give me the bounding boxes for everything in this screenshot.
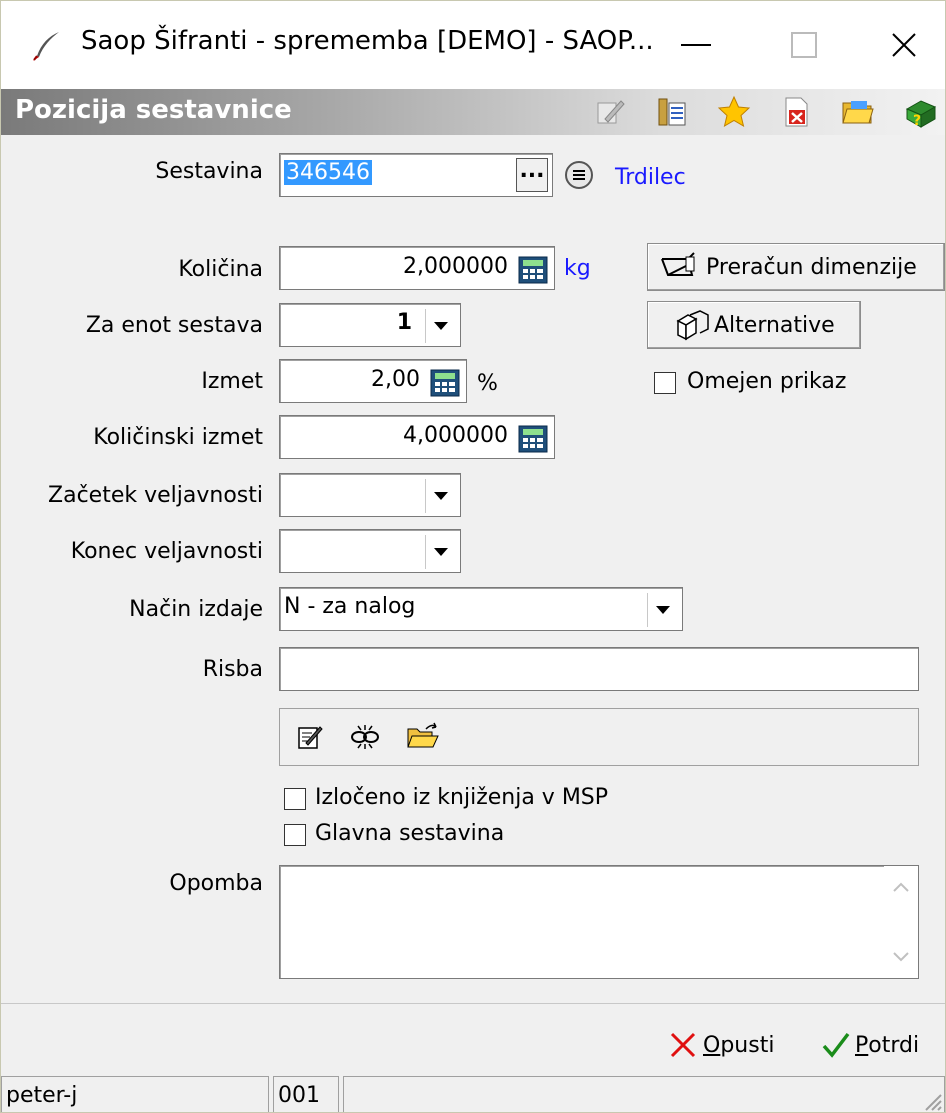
zacetek-label: Začetek veljavnosti [48,483,263,508]
izmet-unit: % [477,371,498,396]
minimize-icon [681,44,711,46]
potrdi-button[interactable]: Potrdi [821,1027,919,1063]
glavna-sestavina-checkbox[interactable] [284,824,306,846]
kolicina-label: Količina [178,257,263,282]
sestavina-value: 346546 [284,160,372,185]
excel-icon[interactable] [779,95,813,129]
risba-toolbar [279,708,919,766]
calculator-icon[interactable] [518,256,548,284]
alternative-button[interactable]: Alternative [647,301,861,349]
zacetek-select[interactable] [279,473,461,517]
window-title: Saop Šifranti - sprememba [DEMO] - SAOP.… [81,26,654,56]
omejen-prikaz-label: Omejen prikaz [687,369,847,394]
columns-icon[interactable] [655,95,689,129]
izloceno-checkbox[interactable] [284,788,306,810]
konec-dropdown[interactable] [425,535,456,569]
kolicina-unit: kg [564,256,591,281]
izloceno-label: Izločeno iz knjiženja v MSP [315,785,609,810]
kolicinski-izmet-label: Količinski izmet [93,425,263,450]
za-enot-dropdown[interactable] [425,309,456,343]
confirm-check-icon [822,1032,850,1058]
opusti-label: pusti [720,1032,775,1058]
copy-pages-icon [676,310,709,341]
konec-label: Konec veljavnosti [70,539,263,564]
dimension-calc-icon [661,252,695,276]
za-enot-value: 1 [396,310,412,335]
cancel-x-icon [670,1032,696,1058]
izmet-value: 2,00 [371,367,420,392]
open-folder-icon[interactable] [406,721,440,751]
maximize-icon [791,32,817,58]
dialog-window: Saop Šifranti - sprememba [DEMO] - SAOP.… [0,0,946,1113]
nacin-izdaje-dropdown[interactable] [647,593,678,627]
scroll-down-icon[interactable] [893,952,909,962]
sestavina-name: Trdilec [615,165,686,190]
nacin-izdaje-select[interactable]: N - za nalog [279,587,683,631]
maximize-button[interactable] [749,1,859,89]
quill-pen-icon [33,32,59,61]
preracun-dimenzije-label: Preračun dimenzije [706,254,917,280]
izmet-input[interactable]: 2,00 [279,359,467,403]
opusti-accel: O [703,1032,721,1058]
preracun-dimenzije-button[interactable]: Preračun dimenzije [647,243,945,291]
close-button[interactable] [849,1,945,89]
status-extra [343,1076,945,1112]
sestavina-label: Sestavina [155,159,263,184]
svg-text:?: ? [913,113,921,129]
potrdi-accel: P [855,1032,869,1058]
kolicinski-izmet-value: 4,000000 [403,423,508,448]
unlink-icon[interactable] [350,723,380,751]
opomba-scrollbar[interactable] [884,866,918,978]
alternative-label: Alternative [714,312,835,338]
chevron-down-icon [434,492,448,500]
calculator-icon[interactable] [518,425,548,453]
kolicinski-izmet-input[interactable]: 4,000000 [279,415,555,459]
resize-grip-icon[interactable] [920,1089,942,1111]
kolicina-value: 2,000000 [403,254,508,279]
chevron-down-icon [434,322,448,330]
calculator-icon[interactable] [430,369,460,397]
close-icon [892,33,916,57]
chevron-down-icon [434,548,448,556]
risba-input[interactable] [279,647,919,691]
books-help-icon[interactable]: ? [903,95,937,129]
list-details-icon[interactable] [563,159,595,191]
status-code: 001 [273,1076,339,1112]
form-title: Pozicija sestavnice [15,95,292,125]
minimize-button[interactable] [641,1,751,89]
konec-select[interactable] [279,529,461,573]
star-icon[interactable] [717,95,751,129]
nacin-izdaje-value: N - za nalog [284,594,416,619]
sestavina-browse-button[interactable]: ... [516,158,548,192]
edit-document-icon[interactable] [296,723,324,751]
potrdi-label: otrdi [868,1032,920,1058]
risba-label: Risba [202,657,263,682]
zacetek-dropdown[interactable] [425,479,456,513]
nacin-izdaje-label: Način izdaje [129,597,263,622]
scroll-up-icon[interactable] [893,882,909,892]
glavna-sestavina-label: Glavna sestavina [315,821,505,846]
form-header: Pozicija sestavnice ? [1,89,945,135]
kolicina-input[interactable]: 2,000000 [279,246,555,290]
title-bar[interactable]: Saop Šifranti - sprememba [DEMO] - SAOP.… [1,1,945,89]
opomba-label: Opomba [169,871,263,896]
za-enot-select[interactable]: 1 [279,303,461,347]
opomba-textarea[interactable] [279,865,919,979]
za-enot-label: Za enot sestava [85,313,263,338]
folder-icon[interactable] [841,95,875,129]
izmet-label: Izmet [201,369,263,394]
chevron-down-icon [656,606,670,614]
opusti-button[interactable]: Opusti [669,1027,774,1063]
sestavina-input[interactable]: 346546 ... [279,153,553,197]
footer-separator [1,1003,945,1004]
omejen-prikaz-checkbox[interactable] [654,372,676,394]
status-user: peter-j [1,1076,269,1112]
edit-note-icon[interactable] [593,95,627,129]
